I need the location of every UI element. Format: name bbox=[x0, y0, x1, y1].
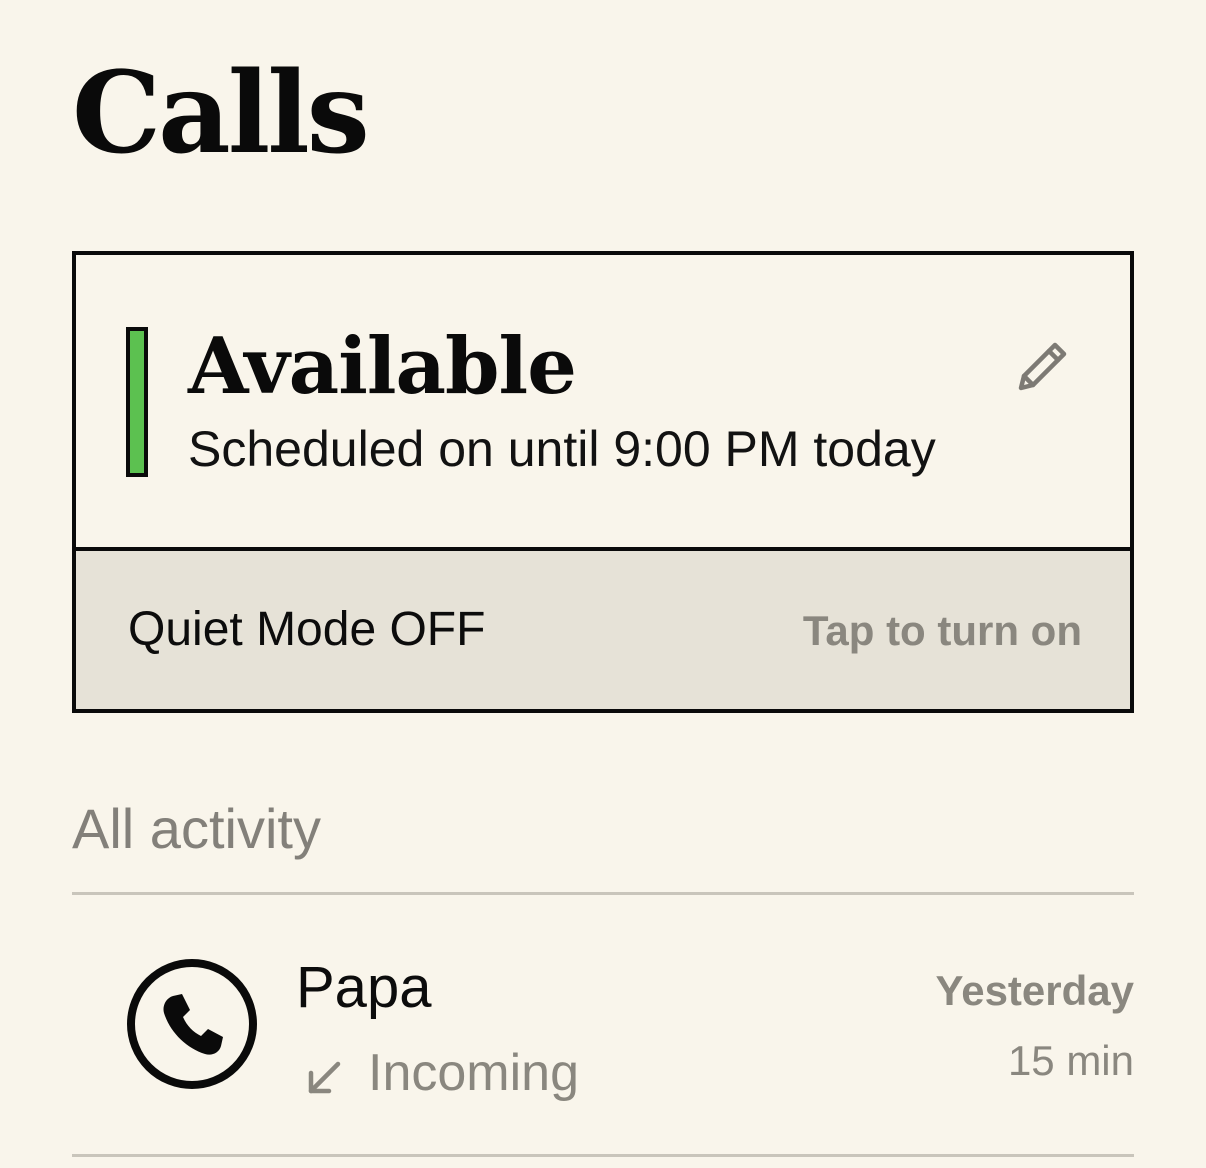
availability-card: Available Scheduled on until 9:00 PM tod… bbox=[72, 251, 1134, 713]
call-time: Yesterday bbox=[935, 967, 1134, 1014]
pencil-icon bbox=[1018, 342, 1067, 391]
phone-icon bbox=[127, 959, 257, 1089]
activity-divider-bottom bbox=[72, 1154, 1134, 1157]
status-schedule: Scheduled on until 9:00 PM today bbox=[188, 421, 936, 477]
caller-name: Papa bbox=[296, 955, 432, 1020]
availability-status[interactable]: Available Scheduled on until 9:00 PM tod… bbox=[76, 255, 1130, 547]
quiet-mode-toggle[interactable]: Quiet Mode OFF Tap to turn on bbox=[76, 551, 1130, 709]
status-indicator bbox=[126, 327, 148, 477]
edit-status-button[interactable] bbox=[1008, 331, 1078, 401]
quiet-mode-action: Tap to turn on bbox=[802, 607, 1082, 654]
call-direction: Incoming bbox=[368, 1044, 579, 1102]
quiet-mode-label: Quiet Mode OFF bbox=[128, 603, 486, 656]
page-title: Calls bbox=[72, 48, 370, 179]
activity-divider-top bbox=[72, 892, 1134, 895]
call-duration: 15 min bbox=[1007, 1037, 1134, 1084]
status-title: Available bbox=[188, 321, 577, 412]
call-list-item[interactable]: Papa Incoming Yesterday 15 min bbox=[72, 896, 1134, 1154]
arrow-down-left-icon bbox=[308, 1061, 341, 1094]
section-title: All activity bbox=[72, 797, 321, 860]
